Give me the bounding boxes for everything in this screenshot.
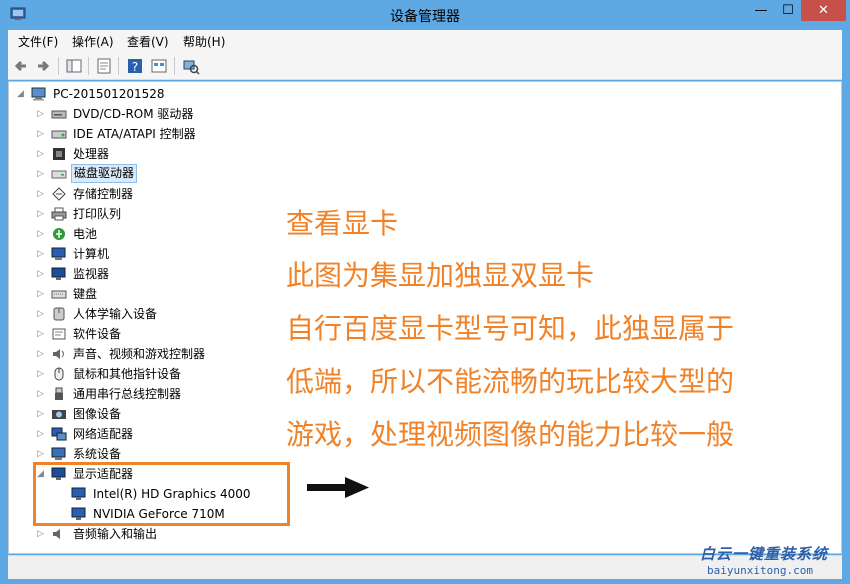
svg-text:?: ?: [132, 60, 138, 74]
show-hide-console-tree-icon[interactable]: [65, 57, 83, 75]
computer-icon: [51, 247, 66, 260]
collapsed-arrow-icon[interactable]: ▷: [37, 344, 47, 364]
category-label: DVD/CD-ROM 驱动器: [73, 107, 194, 121]
watermark-url: baiyunxitong.com: [707, 564, 813, 577]
properties-icon[interactable]: [95, 57, 113, 75]
computer-name: PC-201501201528: [53, 87, 165, 101]
menu-action[interactable]: 操作(A): [72, 33, 114, 50]
action-view-icon[interactable]: [150, 57, 168, 75]
collapsed-arrow-icon[interactable]: ▷: [37, 164, 47, 184]
processor-icon: [53, 148, 65, 160]
collapsed-arrow-icon[interactable]: ▷: [37, 524, 47, 544]
annotation-line: 低端，所以不能流畅的玩比较大型的: [286, 365, 735, 398]
collapsed-arrow-icon[interactable]: ▷: [37, 104, 47, 124]
collapsed-arrow-icon[interactable]: ▷: [37, 284, 47, 304]
computer-icon: [31, 87, 46, 101]
toolbar-separator: [58, 57, 59, 75]
collapsed-arrow-icon[interactable]: ▷: [37, 224, 47, 244]
collapsed-arrow-icon[interactable]: ▷: [37, 264, 47, 284]
window-title: 设备管理器: [390, 9, 460, 25]
help-icon[interactable]: ?: [126, 57, 144, 75]
speaker-icon: [53, 349, 64, 359]
menu-file[interactable]: 文件(F): [18, 33, 58, 50]
category-label: 系统设备: [73, 447, 122, 461]
annotation-line: 游戏，处理视频图像的能力比较一般: [286, 418, 735, 451]
menu-view[interactable]: 查看(V): [127, 33, 169, 50]
collapsed-arrow-icon[interactable]: ▷: [37, 144, 47, 164]
category-label: 打印队列: [73, 207, 122, 221]
ide-controller-icon: [51, 130, 67, 139]
collapsed-arrow-icon[interactable]: ▷: [37, 384, 47, 404]
minimize-button[interactable]: —: [747, 0, 775, 21]
category-label: 鼠标和其他指针设备: [73, 367, 182, 381]
system-device-icon: [51, 447, 66, 460]
collapsed-arrow-icon[interactable]: ▷: [37, 404, 47, 424]
category-label: 计算机: [73, 247, 110, 261]
maximize-button[interactable]: ☐: [775, 0, 801, 21]
keyboard-icon: [51, 290, 67, 299]
device-manager-window: 设备管理器 — ☐ ✕ 文件(F) 操作(A) 查看(V) 帮助(H) ? ◢ …: [0, 0, 850, 584]
annotation-line: 查看显卡: [286, 207, 399, 240]
expanded-arrow-icon[interactable]: ◢: [17, 84, 27, 104]
category-label: 声音、视频和游戏控制器: [73, 347, 206, 361]
right-arrow-icon: [307, 477, 369, 498]
printer-icon: [51, 207, 67, 221]
disk-drive-icon: [51, 170, 67, 179]
toolbar-separator: [88, 57, 89, 75]
forward-arrow-icon[interactable]: [34, 57, 52, 75]
category-label: 图像设备: [73, 407, 122, 421]
scan-hardware-changes-icon[interactable]: [182, 57, 200, 75]
menu-help[interactable]: 帮助(H): [183, 33, 225, 50]
watermark-brand: 白云一键重装系统: [700, 545, 829, 563]
category-label: 处理器: [73, 147, 110, 161]
back-arrow-icon[interactable]: [12, 57, 30, 75]
human-interface-device-icon: [53, 307, 65, 321]
dvd-drive-icon: [51, 110, 67, 119]
category-label-selected: 磁盘驱动器: [71, 164, 138, 183]
network-adapter-icon: [51, 427, 67, 441]
category-label: 电池: [73, 227, 98, 241]
collapsed-arrow-icon[interactable]: ▷: [37, 124, 47, 144]
audio-io-icon: [53, 529, 60, 539]
category-label: 键盘: [73, 287, 98, 301]
category-label: 监视器: [73, 267, 110, 281]
category-label: 存储控制器: [73, 187, 134, 201]
toolbar: ?: [8, 52, 842, 80]
collapsed-arrow-icon[interactable]: ▷: [37, 244, 47, 264]
category-label: 网络适配器: [73, 427, 134, 441]
annotation-line: 此图为集显加独显双显卡: [286, 259, 595, 292]
toolbar-separator: [174, 57, 175, 75]
category-label: 人体学输入设备: [73, 307, 158, 321]
monitor-icon: [51, 267, 66, 280]
storage-controller-icon: [52, 187, 66, 201]
annotation-line: 自行百度显卡型号可知，此独显属于: [286, 312, 735, 345]
collapsed-arrow-icon[interactable]: ▷: [37, 324, 47, 344]
menu-bar: 文件(F) 操作(A) 查看(V) 帮助(H): [8, 30, 842, 52]
collapsed-arrow-icon[interactable]: ▷: [37, 184, 47, 204]
toolbar-separator: [118, 57, 119, 75]
collapsed-arrow-icon[interactable]: ▷: [37, 424, 47, 444]
battery-icon: [53, 228, 65, 240]
collapsed-arrow-icon[interactable]: ▷: [37, 444, 47, 464]
category-label: 音频输入和输出: [73, 527, 158, 541]
collapsed-arrow-icon[interactable]: ▷: [37, 364, 47, 384]
highlight-box: [33, 462, 290, 526]
software-device-icon: [52, 328, 66, 340]
mouse-icon: [54, 367, 64, 381]
category-label: 软件设备: [73, 327, 122, 341]
camera-icon: [52, 410, 66, 419]
close-button[interactable]: ✕: [801, 0, 846, 21]
collapsed-arrow-icon[interactable]: ▷: [37, 304, 47, 324]
usb-icon: [55, 387, 63, 400]
category-label: IDE ATA/ATAPI 控制器: [73, 127, 196, 141]
title-bar[interactable]: 设备管理器 — ☐ ✕: [0, 0, 850, 30]
category-label: 通用串行总线控制器: [73, 387, 182, 401]
collapsed-arrow-icon[interactable]: ▷: [37, 204, 47, 224]
